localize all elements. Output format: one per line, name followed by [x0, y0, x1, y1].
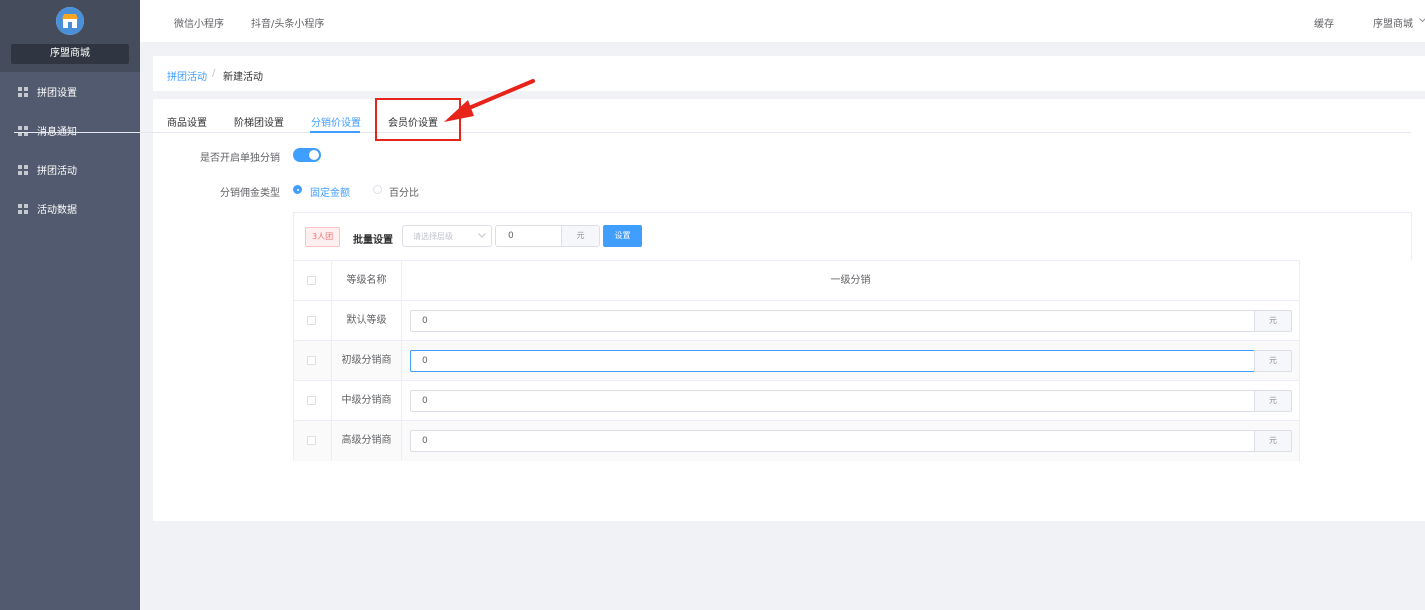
unit-suffix: 元: [1254, 350, 1292, 372]
header-checkbox-cell: [294, 261, 332, 300]
sidebar-item-group-activities[interactable]: 拼团活动: [0, 150, 140, 189]
unit-suffix: 元: [1254, 310, 1292, 332]
tab-tier-group-settings[interactable]: 阶梯团设置: [234, 114, 284, 129]
batch-set-button[interactable]: 设置: [603, 225, 642, 247]
top-bar: 微信小程序 抖音/头条小程序 缓存 序盟商城: [140, 0, 1425, 42]
sidebar-item-label: 拼团设置: [37, 88, 77, 99]
row-checkbox[interactable]: [307, 396, 316, 405]
active-tab-indicator: [310, 131, 360, 133]
table-row: 高级分销商 0 元: [294, 421, 1299, 461]
cache-button[interactable]: 缓存: [1314, 15, 1334, 30]
checkbox-cell: [294, 421, 332, 461]
level-name: 中级分销商: [332, 381, 402, 420]
grid-icon: [18, 164, 28, 175]
select-all-checkbox[interactable]: [307, 276, 316, 285]
table-header-row: 等级名称 一级分销: [294, 261, 1299, 301]
table-row: 中级分销商 0 元: [294, 381, 1299, 421]
tab-product-settings[interactable]: 商品设置: [167, 114, 207, 129]
checkbox-cell: [294, 301, 332, 340]
level-name: 初级分销商: [332, 341, 402, 380]
switch-knob: [309, 150, 319, 160]
row-checkbox[interactable]: [307, 356, 316, 365]
level-select[interactable]: 请选择层级: [402, 225, 492, 247]
batch-value-input[interactable]: 0: [495, 225, 562, 247]
chevron-down-icon[interactable]: [1419, 18, 1425, 23]
fixed-amount-label[interactable]: 固定金额: [310, 184, 350, 199]
grid-icon: [18, 203, 28, 214]
unit-suffix: 元: [1254, 390, 1292, 412]
sidebar-item-label: 活动数据: [37, 205, 77, 216]
breadcrumb-current: 新建活动: [223, 72, 263, 83]
level-value-input[interactable]: 0: [410, 430, 1255, 452]
douyin-miniprogram-link[interactable]: 抖音/头条小程序: [251, 15, 324, 30]
tab-distribution-price-settings[interactable]: 分销价设置: [311, 114, 361, 129]
fixed-amount-radio[interactable]: [293, 185, 302, 194]
grid-icon: [18, 86, 28, 97]
row-checkbox[interactable]: [307, 316, 316, 325]
independent-distribution-label: 是否开启单独分销: [200, 153, 280, 164]
header-first-level: 一级分销: [830, 275, 871, 286]
checkbox-cell: [294, 381, 332, 420]
batch-unit-suffix: 元: [561, 225, 600, 247]
level-name: 默认等级: [332, 301, 402, 340]
percentage-radio[interactable]: [373, 185, 382, 194]
level-value-input[interactable]: 0: [410, 390, 1255, 412]
level-select-placeholder: 请选择层级: [413, 232, 453, 241]
tabs-divider: [14, 132, 1411, 133]
sidebar: 序盟商城 拼团设置 消息通知 拼团活动 活动数据: [0, 0, 140, 610]
level-name: 高级分销商: [332, 421, 402, 461]
logo-area: 序盟商城: [0, 0, 140, 72]
user-menu[interactable]: 序盟商城: [1373, 15, 1413, 30]
level-value-input[interactable]: 0: [410, 350, 1255, 372]
table-row: 初级分销商 0 元: [294, 341, 1299, 381]
batch-setting-label: 批量设置: [353, 235, 393, 246]
breadcrumb: 拼团活动 / 新建活动: [153, 56, 1425, 91]
independent-distribution-switch[interactable]: [293, 148, 321, 162]
unit-suffix: 元: [1254, 430, 1292, 452]
sidebar-item-label: 拼团活动: [37, 166, 77, 177]
annotation-arrow-icon: [444, 79, 535, 122]
breadcrumb-separator: /: [212, 68, 216, 79]
group-size-tag: 3人团: [305, 227, 341, 247]
shop-logo-icon[interactable]: [56, 7, 84, 35]
grid-icon: [18, 125, 28, 136]
checkbox-cell: [294, 341, 332, 380]
sidebar-item-group-settings[interactable]: 拼团设置: [0, 72, 140, 111]
row-checkbox[interactable]: [307, 436, 316, 445]
shop-name: 序盟商城: [11, 44, 129, 64]
wechat-miniprogram-link[interactable]: 微信小程序: [174, 15, 224, 30]
sidebar-item-label: 消息通知: [37, 123, 77, 138]
chevron-down-icon: [478, 233, 486, 238]
distribution-table: 等级名称 一级分销 默认等级 0 元 初级分销商 0 元 中级分销商 0 元 高…: [293, 260, 1300, 461]
percentage-label[interactable]: 百分比: [389, 184, 419, 199]
level-value-input[interactable]: 0: [410, 310, 1255, 332]
sidebar-item-activity-data[interactable]: 活动数据: [0, 189, 140, 228]
breadcrumb-parent-link[interactable]: 拼团活动: [167, 68, 207, 83]
commission-type-label: 分销佣金类型: [220, 188, 280, 199]
header-level-name: 等级名称: [332, 261, 402, 300]
sidebar-item-notifications[interactable]: 消息通知: [0, 111, 140, 150]
table-row: 默认等级 0 元: [294, 301, 1299, 341]
